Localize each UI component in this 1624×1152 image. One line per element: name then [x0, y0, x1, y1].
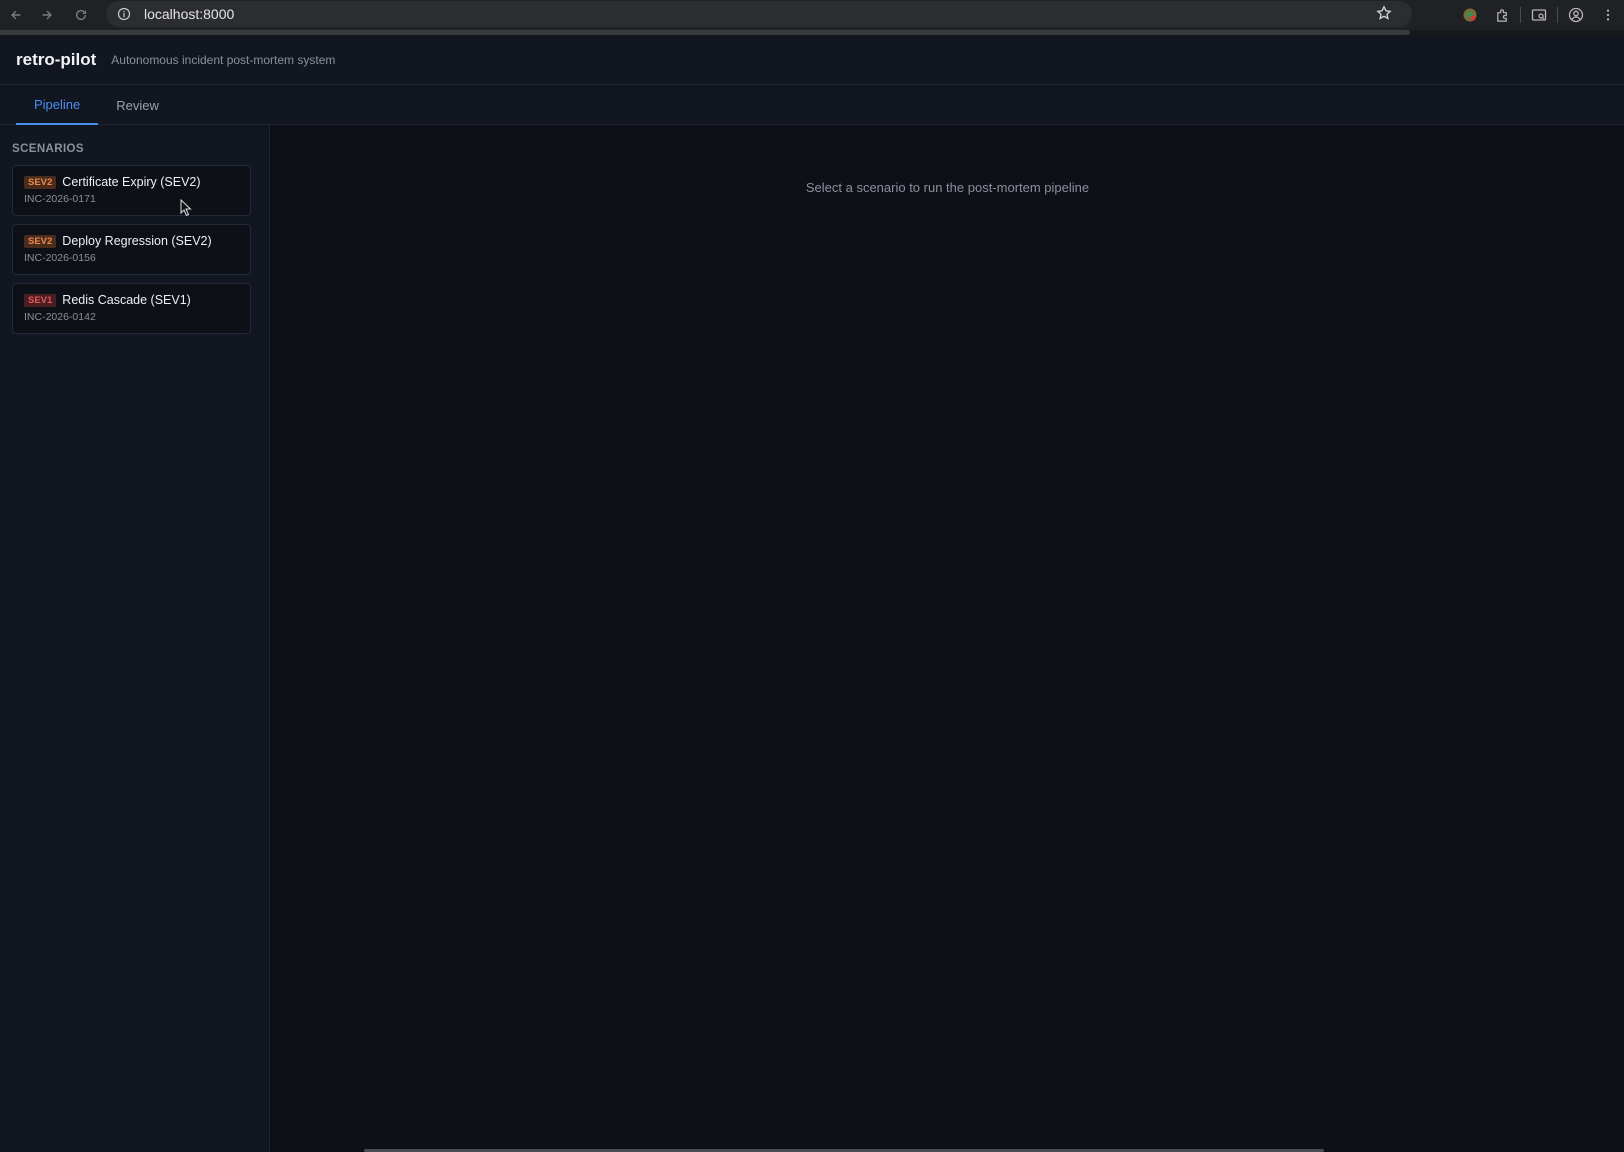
- scenarios-heading: SCENARIOS: [12, 143, 84, 155]
- url-text[interactable]: localhost:8000: [144, 6, 234, 22]
- tab-search-icon[interactable]: [1523, 1, 1555, 29]
- puzzle-icon[interactable]: [1486, 1, 1518, 29]
- reload-icon[interactable]: [65, 1, 97, 29]
- app-header: retro-pilot Autonomous incident post-mor…: [0, 35, 1624, 85]
- app-title: retro-pilot: [16, 49, 97, 69]
- incident-id: INC-2026-0156: [24, 252, 96, 264]
- toolbar-divider: [1520, 7, 1521, 23]
- forward-icon[interactable]: [31, 1, 63, 29]
- scenario-card[interactable]: SEV2 Deploy Regression (SEV2) INC-2026-0…: [12, 224, 251, 275]
- profile-icon[interactable]: [1560, 1, 1592, 29]
- sidebar: SCENARIOS SEV2 Certificate Expiry (SEV2)…: [0, 125, 270, 1152]
- empty-state-message: Select a scenario to run the post-mortem…: [805, 180, 1090, 195]
- scenario-card[interactable]: SEV1 Redis Cascade (SEV1) INC-2026-0142: [12, 283, 251, 334]
- incident-id: INC-2026-0142: [24, 311, 96, 323]
- scenario-title: Deploy Regression (SEV2): [62, 234, 212, 248]
- scenario-title: Certificate Expiry (SEV2): [62, 175, 201, 189]
- toolbar-divider: [1557, 7, 1558, 23]
- app-subtitle: Autonomous incident post-mortem system: [111, 52, 336, 67]
- tab-bar: Pipeline Review: [0, 85, 1624, 125]
- tab-review[interactable]: Review: [98, 85, 177, 125]
- main-panel: Select a scenario to run the post-mortem…: [271, 125, 1624, 1152]
- scenario-card[interactable]: SEV2 Certificate Expiry (SEV2) INC-2026-…: [12, 165, 251, 216]
- menu-icon[interactable]: [1592, 1, 1624, 29]
- severity-badge: SEV2: [24, 175, 57, 189]
- mouse-cursor-icon: [180, 199, 192, 217]
- browser-toolbar: localhost:8000: [0, 0, 1624, 30]
- severity-badge: SEV2: [24, 234, 57, 248]
- extension-color-icon[interactable]: [1454, 1, 1486, 29]
- scenario-title: Redis Cascade (SEV1): [62, 293, 191, 307]
- address-bar[interactable]: localhost:8000: [106, 1, 1412, 27]
- incident-id: INC-2026-0171: [24, 193, 96, 205]
- star-icon[interactable]: [1376, 5, 1394, 23]
- site-info-icon[interactable]: [114, 4, 134, 24]
- browser-actions: [1454, 0, 1624, 30]
- severity-badge: SEV1: [24, 293, 57, 307]
- tab-pipeline[interactable]: Pipeline: [16, 85, 99, 125]
- back-icon[interactable]: [0, 1, 32, 29]
